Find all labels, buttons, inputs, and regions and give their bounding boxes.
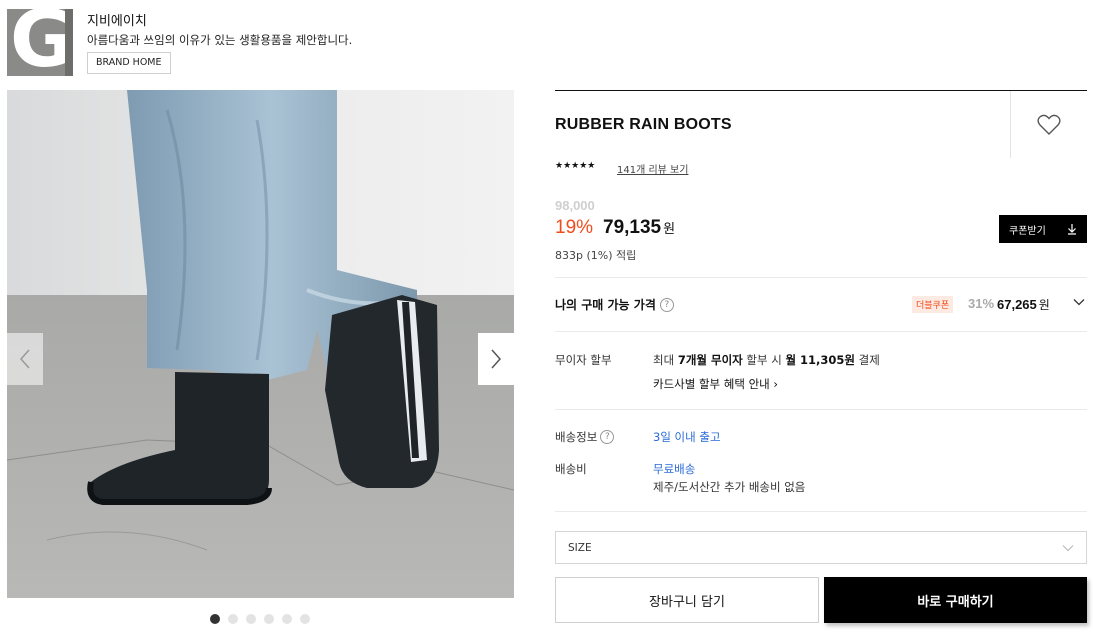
add-to-cart-button[interactable]: 장바구니 담기 <box>555 577 819 623</box>
product-image[interactable] <box>7 90 514 598</box>
reward-points: 833p (1%) 적립 <box>555 249 637 262</box>
wishlist-button[interactable] <box>1010 91 1087 158</box>
coupon-button[interactable]: 쿠폰받기 <box>999 215 1087 243</box>
chevron-left-icon <box>19 349 30 369</box>
shipping-fee-note: 제주/도서산간 추가 배송비 없음 <box>653 480 806 494</box>
original-price: 98,000 <box>555 198 595 213</box>
help-icon[interactable]: ? <box>659 297 674 312</box>
my-price-unit: 원 <box>1038 298 1050 312</box>
gallery-dot[interactable] <box>246 614 256 624</box>
chevron-down-icon <box>1062 544 1074 551</box>
my-price-label: 나의 구매 가능 가격 ? <box>555 296 674 313</box>
rating-stars: ★★★★★ <box>555 161 596 171</box>
installment-mid: 할부 시 <box>742 353 786 367</box>
installment-monthly: 월 11,305원 <box>785 353 855 367</box>
my-price-text: 나의 구매 가능 가격 <box>555 298 656 312</box>
gallery-dot[interactable] <box>282 614 292 624</box>
my-price-percent: 31% <box>968 296 995 311</box>
price-unit: 원 <box>663 221 676 236</box>
chevron-down-icon[interactable] <box>1072 295 1086 309</box>
installment-post: 결제 <box>855 353 880 367</box>
installment-info: 최대 7개월 무이자 할부 시 월 11,305원 결제 <box>653 352 880 368</box>
product-photo <box>7 90 514 598</box>
shipping-fee-label: 배송비 <box>555 462 587 476</box>
download-icon <box>1068 224 1076 235</box>
buy-now-button[interactable]: 바로 구매하기 <box>824 577 1087 623</box>
size-select[interactable]: SIZE <box>555 531 1087 564</box>
installment-pre: 최대 <box>653 353 678 367</box>
double-coupon-badge: 더블쿠폰 <box>912 296 954 313</box>
shipping-info-value: 3일 이내 출고 <box>653 430 721 444</box>
brand-logo-letter: G <box>10 9 73 76</box>
gallery-dot[interactable] <box>264 614 274 624</box>
gallery-prev-button[interactable] <box>7 333 43 385</box>
section-divider <box>555 277 1087 278</box>
gallery-dot[interactable] <box>210 614 220 624</box>
product-title: RUBBER RAIN BOOTS <box>555 116 732 133</box>
my-price-value: 67,265 <box>997 297 1037 312</box>
card-benefit-link[interactable]: 카드사별 할부 혜택 안내 › <box>653 376 778 392</box>
help-icon[interactable]: ? <box>600 430 615 444</box>
reviews-link[interactable]: 141개 리뷰 보기 <box>617 161 688 176</box>
brand-description: 아름다움과 쓰임의 이유가 있는 생활용품을 제안합니다. <box>87 33 353 47</box>
gallery-dot[interactable] <box>300 614 310 624</box>
shipping-info-label: 배송정보 ? <box>555 429 615 445</box>
gallery-next-button[interactable] <box>478 333 514 385</box>
size-select-value: SIZE <box>568 541 592 554</box>
chevron-right-icon <box>491 349 502 369</box>
discount-rate: 19% <box>555 217 594 238</box>
heart-icon <box>1037 114 1061 135</box>
top-divider <box>555 90 1087 91</box>
brand-home-button[interactable]: BRAND HOME <box>87 52 171 74</box>
brand-logo[interactable]: G <box>7 9 73 76</box>
brand-name[interactable]: 지비에이치 <box>87 10 147 29</box>
installment-months: 7개월 무이자 <box>677 353 743 367</box>
sale-price: 79,135 원 <box>603 217 675 239</box>
my-price-amount: 67,265 원 <box>997 296 1050 313</box>
shipping-info-text: 배송정보 <box>555 430 598 444</box>
section-divider <box>555 331 1087 332</box>
section-divider <box>555 511 1087 512</box>
sale-price-value: 79,135 <box>603 217 662 238</box>
gallery-dot[interactable] <box>228 614 238 624</box>
coupon-button-label: 쿠폰받기 <box>1009 225 1046 237</box>
installment-label: 무이자 할부 <box>555 353 612 367</box>
brand-logo-strip <box>65 9 73 76</box>
section-divider <box>555 409 1087 410</box>
gallery-pagination <box>210 614 310 624</box>
shipping-fee-value: 무료배송 <box>653 462 696 476</box>
